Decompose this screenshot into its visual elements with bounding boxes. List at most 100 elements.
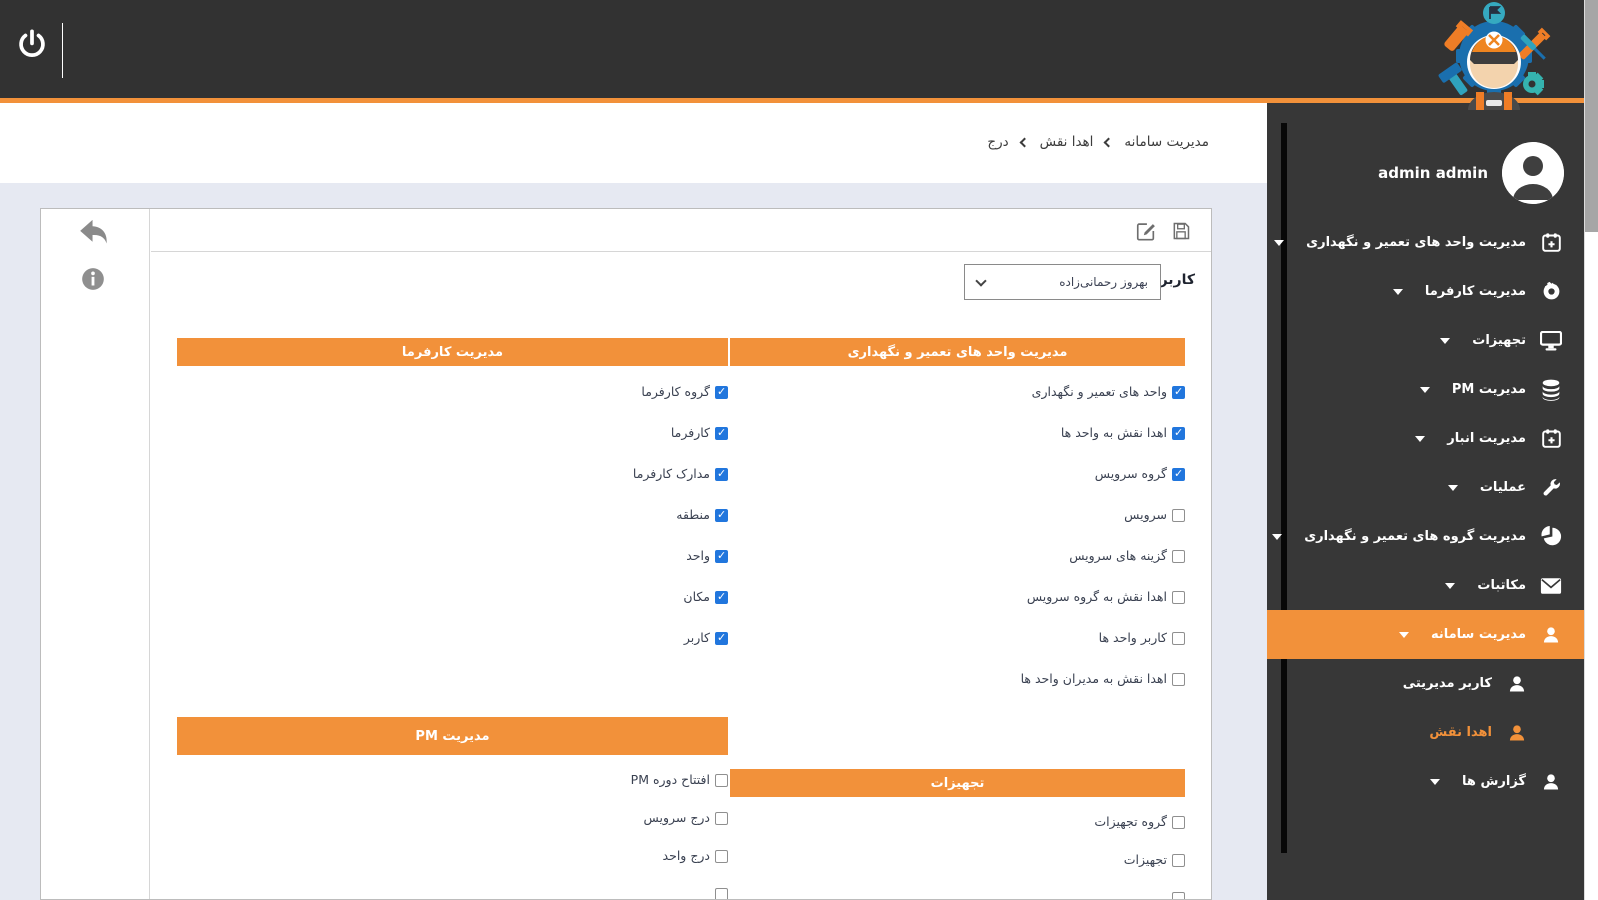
checkbox-label: اهدا نقش به مدیران واحد ها bbox=[1021, 670, 1167, 689]
checkbox-label: منطقه bbox=[676, 506, 710, 525]
permission-row[interactable]: درج واحد bbox=[177, 837, 728, 875]
checkbox-label: گروه تجهیزات bbox=[1094, 813, 1167, 832]
permission-row[interactable]: گزینه های سرویس bbox=[730, 536, 1185, 577]
breadcrumb-item-system[interactable]: مدیریت سامانه bbox=[1124, 134, 1209, 150]
checkbox[interactable] bbox=[1172, 386, 1185, 399]
permission-row[interactable]: کارفرما bbox=[177, 413, 728, 454]
sidebar-menu-item[interactable]: اهدا نقش bbox=[1267, 708, 1598, 757]
permission-row[interactable] bbox=[177, 875, 728, 900]
caret-down-icon bbox=[1393, 289, 1403, 295]
edit-icon[interactable] bbox=[1135, 220, 1157, 242]
checkbox[interactable] bbox=[715, 888, 728, 900]
sidebar: admin admin مدیریت واحد های تعمیر و نگهد… bbox=[1267, 103, 1598, 900]
sidebar-item-label: عملیات bbox=[1480, 480, 1526, 495]
user-select-value: بهروز رحمانی‌زاده bbox=[985, 275, 1148, 289]
checkbox[interactable] bbox=[715, 774, 728, 787]
sidebar-item-label: تجهیزات bbox=[1472, 333, 1526, 348]
envelope-icon bbox=[1540, 575, 1562, 597]
sidebar-menu-item[interactable]: کاربر مدیریتی bbox=[1267, 659, 1598, 708]
checkbox[interactable] bbox=[1172, 509, 1185, 522]
back-arrow-icon[interactable] bbox=[74, 217, 114, 249]
permission-row[interactable]: مکان bbox=[177, 577, 728, 618]
section-equipment: تجهیزات گروه تجهیزات تجهیزات bbox=[730, 769, 1185, 900]
user-icon bbox=[1506, 722, 1528, 744]
card-toolbar bbox=[151, 209, 1211, 252]
wrench-icon bbox=[1540, 477, 1562, 499]
checkbox[interactable] bbox=[715, 386, 728, 399]
section-header: مدیریت PM bbox=[177, 717, 728, 755]
user-icon bbox=[1540, 624, 1562, 646]
sidebar-menu-item[interactable]: مدیریت واحد های تعمیر و نگهداری bbox=[1267, 218, 1598, 267]
permission-row[interactable]: افتتاح دوره PM bbox=[177, 761, 728, 799]
checkbox-label: کارفرما bbox=[671, 424, 710, 443]
checkbox[interactable] bbox=[1172, 632, 1185, 645]
checkbox[interactable] bbox=[1172, 591, 1185, 604]
sidebar-item-label: مدیریت انبار bbox=[1447, 431, 1526, 446]
permission-row[interactable]: گروه کارفرما bbox=[177, 372, 728, 413]
caret-down-icon bbox=[1415, 436, 1425, 442]
power-icon[interactable] bbox=[16, 28, 48, 60]
permission-row[interactable]: واحد های تعمیر و نگهداری bbox=[730, 372, 1185, 413]
permission-row[interactable]: مدارک کارفرما bbox=[177, 454, 728, 495]
checkbox[interactable] bbox=[1172, 468, 1185, 481]
permission-row[interactable]: منطقه bbox=[177, 495, 728, 536]
sidebar-menu-item[interactable]: تجهیزات bbox=[1267, 316, 1598, 365]
permission-row[interactable]: درج سرویس bbox=[177, 799, 728, 837]
checkbox[interactable] bbox=[1172, 427, 1185, 440]
permission-row[interactable]: سرویس bbox=[730, 495, 1185, 536]
save-icon[interactable] bbox=[1171, 220, 1191, 242]
user-icon bbox=[1506, 673, 1528, 695]
sidebar-menu-item[interactable]: مدیریت کارفرما bbox=[1267, 267, 1598, 316]
mechanic-logo-icon bbox=[1428, 0, 1558, 110]
permission-row[interactable]: اهدا نقش به گروه سرویس bbox=[730, 577, 1185, 618]
scrollbar-thumb[interactable] bbox=[1585, 0, 1598, 232]
permission-row[interactable]: کاربر واحد ها bbox=[730, 618, 1185, 659]
permission-row[interactable]: واحد bbox=[177, 536, 728, 577]
permission-row[interactable]: گروه تجهیزات bbox=[730, 803, 1185, 841]
checkbox[interactable] bbox=[715, 632, 728, 645]
sidebar-menu-item[interactable]: مدیریت PM bbox=[1267, 365, 1598, 414]
checkbox[interactable] bbox=[1172, 550, 1185, 563]
checkbox-label: مکان bbox=[683, 588, 710, 607]
checkbox[interactable] bbox=[1172, 854, 1185, 867]
gear-icon bbox=[1540, 281, 1562, 303]
checkbox[interactable] bbox=[715, 550, 728, 563]
checkbox[interactable] bbox=[715, 591, 728, 604]
checkbox[interactable] bbox=[1172, 892, 1185, 900]
checkbox-label: کاربر واحد ها bbox=[1099, 629, 1167, 648]
permission-row[interactable]: تجهیزات bbox=[730, 841, 1185, 879]
permission-row[interactable] bbox=[730, 879, 1185, 900]
user-select[interactable]: بهروز رحمانی‌زاده bbox=[964, 264, 1161, 300]
sidebar-item-label: مدیریت PM bbox=[1452, 382, 1526, 397]
permission-row[interactable]: گروه سرویس bbox=[730, 454, 1185, 495]
user-avatar-icon[interactable] bbox=[1502, 142, 1564, 204]
checkbox[interactable] bbox=[715, 427, 728, 440]
sidebar-menu-item[interactable]: مدیریت گروه های تعمیر و نگهداری bbox=[1267, 512, 1598, 561]
checkbox[interactable] bbox=[1172, 673, 1185, 686]
permission-row[interactable]: اهدا نقش به مدیران واحد ها bbox=[730, 659, 1185, 700]
checkbox[interactable] bbox=[1172, 816, 1185, 829]
sidebar-item-label: مدیریت گروه های تعمیر و نگهداری bbox=[1304, 529, 1526, 544]
sidebar-menu-item[interactable]: مدیریت انبار bbox=[1267, 414, 1598, 463]
sidebar-item-label: گزارش ها bbox=[1462, 774, 1526, 789]
checkbox-list: افتتاح دوره PM درج سرویس درج واحد bbox=[177, 755, 728, 900]
caret-down-icon bbox=[1420, 387, 1430, 393]
page-scrollbar[interactable] bbox=[1584, 0, 1598, 900]
info-icon[interactable] bbox=[80, 266, 106, 292]
checkbox-label: اهدا نقش به واحد ها bbox=[1061, 424, 1167, 443]
sidebar-menu-item[interactable]: گزارش ها bbox=[1267, 757, 1598, 806]
permission-row[interactable]: کاربر bbox=[177, 618, 728, 659]
main-form-card: کاربر بهروز رحمانی‌زاده مدیریت واحد های … bbox=[40, 208, 1212, 900]
checkbox[interactable] bbox=[715, 509, 728, 522]
sidebar-menu-item[interactable]: عملیات bbox=[1267, 463, 1598, 512]
permission-row[interactable]: اهدا نقش به واحد ها bbox=[730, 413, 1185, 454]
checkbox-list: گروه تجهیزات تجهیزات bbox=[730, 797, 1185, 900]
sidebar-menu-item[interactable]: مدیریت سامانه bbox=[1267, 610, 1598, 659]
checkbox[interactable] bbox=[715, 468, 728, 481]
checkbox-label: تجهیزات bbox=[1124, 851, 1167, 870]
header-separator bbox=[62, 23, 63, 78]
breadcrumb-item-role[interactable]: اهدا نقش bbox=[1040, 134, 1094, 150]
checkbox[interactable] bbox=[715, 812, 728, 825]
checkbox[interactable] bbox=[715, 850, 728, 863]
sidebar-menu-item[interactable]: مکاتبات bbox=[1267, 561, 1598, 610]
